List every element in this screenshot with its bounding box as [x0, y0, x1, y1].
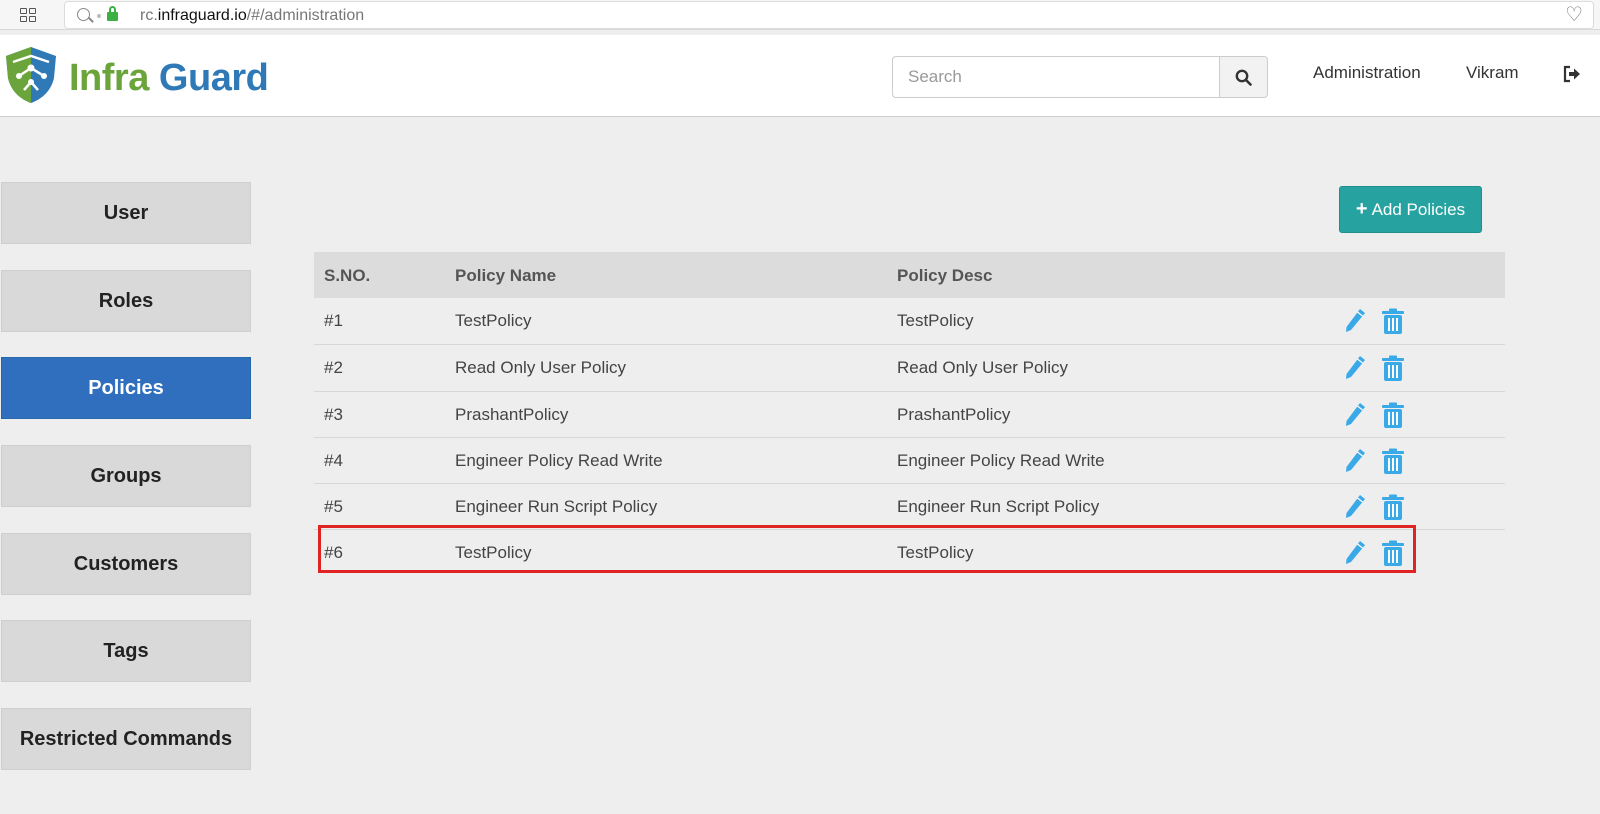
- table-body: #1 TestPolicy TestPolicy #2 Read Only Us…: [314, 298, 1505, 576]
- url-prefix: rc.: [140, 7, 158, 24]
- add-policies-label: Add Policies: [1371, 199, 1466, 219]
- row-policy-name: Engineer Policy Read Write: [455, 450, 663, 470]
- edit-pencil-icon[interactable]: [1344, 355, 1366, 381]
- row-sno: #3: [324, 404, 343, 424]
- sidebar-item-label: Groups: [90, 464, 162, 487]
- app-header: Infra Guard Administration Vikram: [0, 35, 1600, 117]
- delete-trash-icon[interactable]: [1381, 402, 1405, 429]
- plus-icon: +: [1355, 198, 1368, 220]
- browser-bar: rc.infraguard.io/#/administration ♡: [0, 0, 1600, 30]
- sidebar-item-label: Roles: [98, 289, 154, 312]
- row-policy-desc: Engineer Policy Read Write: [897, 450, 1105, 470]
- sidebar-item-label: Restricted Commands: [19, 727, 233, 750]
- row-policy-desc: TestPolicy: [897, 311, 974, 330]
- edit-pencil-icon[interactable]: [1344, 494, 1366, 520]
- header-policy-name: Policy Name: [455, 266, 557, 285]
- row-sno: #1: [324, 311, 343, 330]
- row-policy-desc: PrashantPolicy: [897, 404, 1011, 424]
- search-group: [892, 56, 1268, 98]
- search-input[interactable]: [892, 56, 1220, 98]
- delete-trash-icon[interactable]: [1381, 448, 1405, 475]
- sidebar-item-user[interactable]: User: [1, 182, 251, 244]
- search-button[interactable]: [1219, 56, 1268, 98]
- header-policy-desc: Policy Desc: [897, 266, 993, 285]
- brand-word-infra: Infra: [69, 57, 149, 99]
- sidebar-item-label: User: [103, 201, 149, 224]
- sidebar-item-customers[interactable]: Customers: [1, 533, 251, 595]
- url-domain: infraguard.io: [157, 7, 247, 24]
- row-policy-name: PrashantPolicy: [455, 404, 569, 424]
- row-policy-desc: TestPolicy: [897, 543, 974, 563]
- nav-user-profile[interactable]: Vikram: [1466, 63, 1519, 83]
- url-text[interactable]: rc.infraguard.io/#/administration: [140, 7, 364, 25]
- sidebar-item-groups[interactable]: Groups: [1, 445, 251, 507]
- separator-dot: [97, 14, 101, 18]
- row-policy-desc: Read Only User Policy: [897, 358, 1069, 378]
- table-row: #2 Read Only User Policy Read Only User …: [314, 344, 1505, 390]
- delete-trash-icon[interactable]: [1381, 540, 1405, 567]
- edit-pencil-icon[interactable]: [1344, 448, 1366, 474]
- policies-table: S.NO. Policy Name Policy Desc #1 TestPol…: [314, 252, 1505, 576]
- table-row: #5 Engineer Run Script Policy Engineer R…: [314, 483, 1505, 529]
- logout-icon[interactable]: [1563, 65, 1581, 83]
- brand-name[interactable]: Infra Guard: [69, 57, 269, 100]
- tabs-grid-icon[interactable]: [20, 8, 36, 22]
- edit-pencil-icon[interactable]: [1344, 402, 1366, 428]
- row-policy-desc: Engineer Run Script Policy: [897, 497, 1100, 517]
- row-policy-name: Engineer Run Script Policy: [455, 497, 658, 517]
- shield-logo-icon: [6, 47, 56, 103]
- lock-icon: [107, 6, 118, 21]
- table-row: #1 TestPolicy TestPolicy: [314, 298, 1505, 344]
- url-path: /#/administration: [246, 7, 365, 24]
- sidebar-item-restricted-commands[interactable]: Restricted Commands: [1, 708, 251, 770]
- row-sno: #6: [324, 543, 343, 563]
- row-sno: #5: [324, 497, 343, 517]
- add-policies-button[interactable]: + Add Policies: [1339, 186, 1482, 233]
- sidebar-item-policies[interactable]: Policies: [1, 357, 251, 419]
- nav-administration[interactable]: Administration: [1313, 63, 1421, 83]
- search-icon: [1235, 69, 1252, 86]
- address-bar[interactable]: rc.infraguard.io/#/administration ♡: [64, 1, 1594, 29]
- row-sno: #2: [324, 358, 343, 378]
- row-sno: #4: [324, 450, 343, 470]
- zoom-icon: [77, 8, 90, 21]
- table-header: S.NO. Policy Name Policy Desc: [314, 252, 1505, 298]
- edit-pencil-icon[interactable]: [1344, 308, 1366, 334]
- table-row: #3 PrashantPolicy PrashantPolicy: [314, 390, 1505, 437]
- table-row: #6 TestPolicy TestPolicy: [314, 529, 1505, 575]
- row-policy-name: TestPolicy: [455, 543, 532, 563]
- sidebar-item-label: Customers: [73, 552, 179, 575]
- sidebar-item-label: Policies: [88, 376, 164, 399]
- delete-trash-icon[interactable]: [1381, 494, 1405, 521]
- header-sno: S.NO.: [324, 266, 371, 285]
- edit-pencil-icon[interactable]: [1344, 540, 1366, 566]
- table-row: #4 Engineer Policy Read Write Engineer P…: [314, 436, 1505, 483]
- delete-trash-icon[interactable]: [1381, 308, 1405, 335]
- brand-word-guard: Guard: [158, 57, 269, 99]
- heart-icon[interactable]: ♡: [1565, 5, 1583, 25]
- sidebar-item-tags[interactable]: Tags: [1, 620, 251, 682]
- row-policy-name: TestPolicy: [455, 311, 532, 330]
- sidebar-item-label: Tags: [103, 639, 149, 662]
- delete-trash-icon[interactable]: [1381, 355, 1405, 382]
- row-policy-name: Read Only User Policy: [455, 358, 627, 378]
- sidebar-item-roles[interactable]: Roles: [1, 270, 251, 332]
